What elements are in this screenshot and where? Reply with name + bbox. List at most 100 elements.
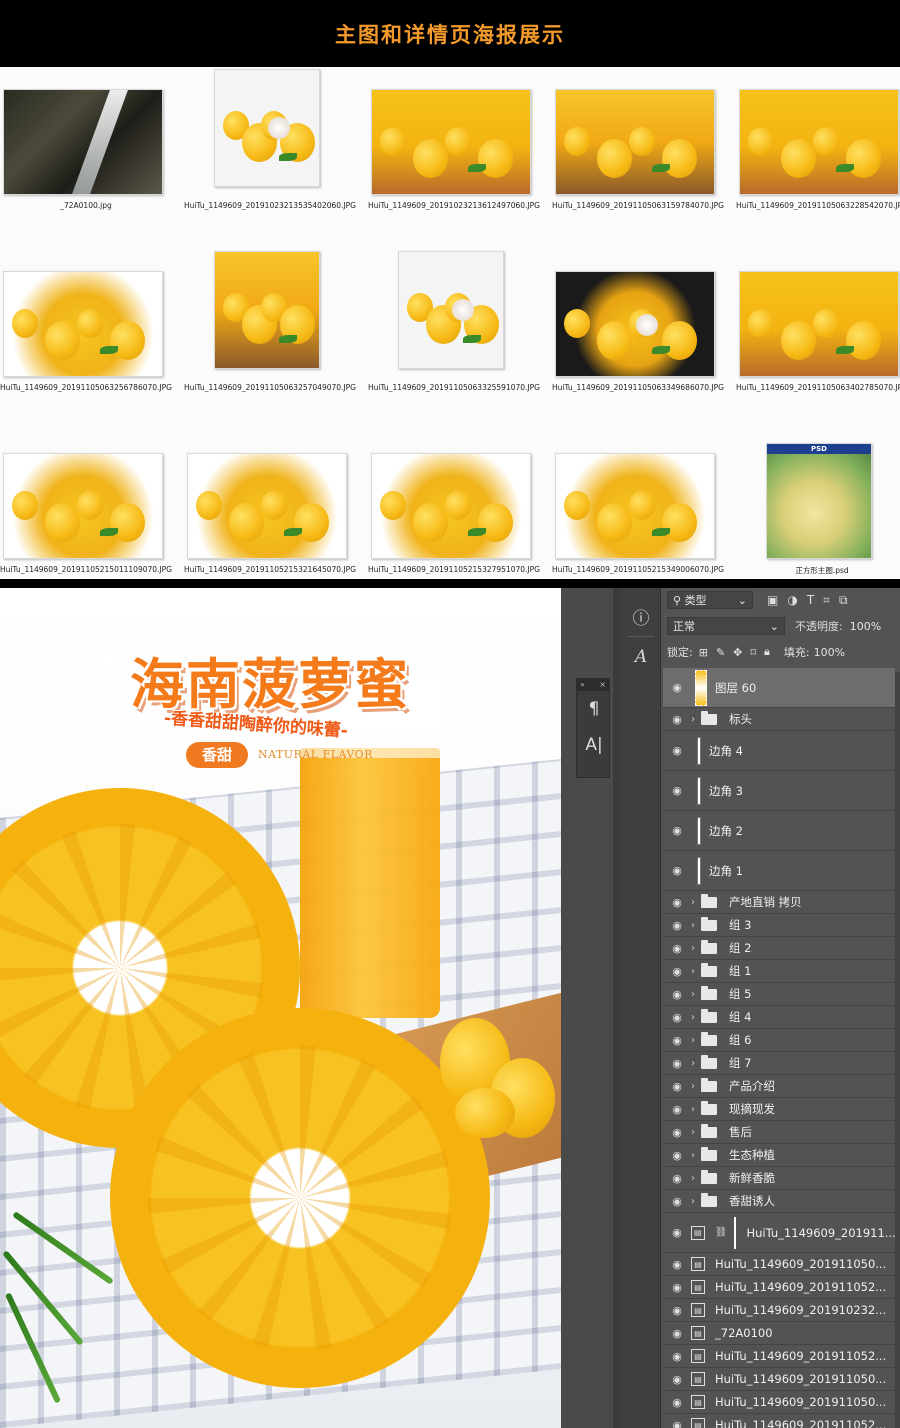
visibility-eye-icon[interactable]: ◉ [663,988,691,1001]
file-thumbnail[interactable] [214,251,320,369]
layer-row[interactable]: ◉ ▤ HuiTu_1149609_201910232... [663,1299,895,1322]
chevron-right-icon[interactable]: › [691,989,701,1000]
lock-all-icon[interactable]: 🔒︎ [764,645,770,659]
visibility-eye-icon[interactable]: ◉ [663,1057,691,1070]
layer-row[interactable]: ◉ 边角 1 [663,851,895,891]
file-tile[interactable]: HuiTu_1149609_20191105063257049070.JPG [184,249,356,431]
layer-row[interactable]: ◉ 边角 4 [663,731,895,771]
layer-row[interactable]: ◉ › 新鲜香脆 [663,1167,895,1190]
visibility-eye-icon[interactable]: ◉ [663,1350,691,1363]
visibility-eye-icon[interactable]: ◉ [663,1258,691,1271]
layer-row[interactable]: ◉ › 现摘现发 [663,1098,895,1121]
file-thumbnail[interactable] [187,453,347,559]
lock-transparency-icon[interactable]: ⊞ [699,646,708,659]
visibility-eye-icon[interactable]: ◉ [663,1195,691,1208]
type-filter-icon[interactable]: T [807,593,814,608]
visibility-eye-icon[interactable]: ◉ [663,1149,691,1162]
visibility-eye-icon[interactable]: ◉ [663,1011,691,1024]
file-thumbnail[interactable] [739,89,899,195]
layer-row[interactable]: ◉ ▤ _72A0100 [663,1322,895,1345]
layer-row[interactable]: ◉ ▤ ⛓ HuiTu_1149609_201911... [663,1213,895,1253]
layer-row[interactable]: ◉ › 组 6 [663,1029,895,1052]
chevron-right-icon[interactable]: › [691,897,701,908]
visibility-eye-icon[interactable]: ◉ [663,896,691,909]
layer-row[interactable]: ◉ › 香甜诱人 [663,1190,895,1213]
visibility-eye-icon[interactable]: ◉ [663,681,691,694]
chevron-right-icon[interactable]: › [691,714,701,725]
layer-row[interactable]: ◉ ▤ HuiTu_1149609_201911052... [663,1345,895,1368]
chevron-right-icon[interactable]: › [691,1150,701,1161]
lock-artboard-icon[interactable]: ⌑ [750,646,756,659]
file-tile[interactable]: HuiTu_1149609_20191105063349686070.JPG [552,249,724,431]
visibility-eye-icon[interactable]: ◉ [663,1172,691,1185]
adjustment-filter-icon[interactable]: ◑ [787,593,797,608]
chevron-right-icon[interactable]: › [691,1104,701,1115]
layer-row[interactable]: ◉ › 组 7 [663,1052,895,1075]
file-tile[interactable]: HuiTu_1149609_20191105063159784070.JPG [552,67,724,249]
layer-row[interactable]: ◉ ▤ HuiTu_1149609_201911050... [663,1368,895,1391]
dock-divider[interactable] [613,588,621,1428]
file-thumbnail[interactable] [3,89,163,195]
chevron-right-icon[interactable]: › [691,1173,701,1184]
visibility-eye-icon[interactable]: ◉ [663,919,691,932]
visibility-eye-icon[interactable]: ◉ [663,744,691,757]
filter-kind-select[interactable]: ⚲ 类型 ⌄ [667,591,753,609]
visibility-eye-icon[interactable]: ◉ [663,1103,691,1116]
smart-object-filter-icon[interactable]: ⧉ [839,593,848,608]
file-thumbnail[interactable] [555,453,715,559]
visibility-eye-icon[interactable]: ◉ [663,784,691,797]
character-icon[interactable]: A| [577,727,611,763]
layer-row[interactable]: ◉ › 产品介绍 [663,1075,895,1098]
file-tile[interactable]: _72A0100.jpg [0,67,172,249]
paragraph-icon[interactable]: ¶ [577,691,611,727]
visibility-eye-icon[interactable]: ◉ [663,1034,691,1047]
layer-row[interactable]: ◉ ▤ HuiTu_1149609_201911052... [663,1276,895,1299]
layer-row[interactable]: ◉ › 标头 [663,708,895,731]
file-thumbnail[interactable] [371,453,531,559]
layer-mask-thumbnail[interactable] [733,1216,737,1249]
chevron-right-icon[interactable]: › [691,1035,701,1046]
file-thumbnail[interactable] [398,251,504,369]
layer-scrollbar[interactable] [895,672,900,1428]
chevron-right-icon[interactable]: › [691,1058,701,1069]
layer-row[interactable]: ◉ › 售后 [663,1121,895,1144]
chevron-right-icon[interactable]: › [691,966,701,977]
lock-position-icon[interactable]: ✥ [733,646,742,659]
visibility-eye-icon[interactable]: ◉ [663,1126,691,1139]
layer-row[interactable]: ◉ 边角 3 [663,771,895,811]
file-thumbnail[interactable] [739,271,899,377]
visibility-eye-icon[interactable]: ◉ [663,1327,691,1340]
visibility-eye-icon[interactable]: ◉ [663,824,691,837]
shape-filter-icon[interactable]: ⌗ [823,593,830,608]
layer-row[interactable]: ◉ › 生态种植 [663,1144,895,1167]
visibility-eye-icon[interactable]: ◉ [663,1226,691,1239]
file-tile[interactable]: HuiTu_1149609_20191105215327951070.JPG [368,431,540,579]
file-thumbnail[interactable] [555,271,715,377]
layer-row[interactable]: ◉ › 组 1 [663,960,895,983]
layer-row[interactable]: ◉ › 产地直销 拷贝 [663,891,895,914]
file-tile[interactable]: HuiTu_1149609_20191105215349006070.JPG [552,431,724,579]
file-tile[interactable]: HuiTu_1149609_20191105063402785070.JPG [736,249,900,431]
file-thumbnail[interactable] [555,89,715,195]
opacity-input[interactable]: 100% [844,617,891,635]
close-icon[interactable]: × [599,679,606,691]
file-tile[interactable]: HuiTu_1149609_20191023213612497060.JPG [368,67,540,249]
layer-row[interactable]: ◉ › 组 4 [663,1006,895,1029]
file-tile[interactable]: HuiTu_1149609_20191105215011109070.JPG [0,431,172,579]
info-icon[interactable]: ⓘ [621,598,661,634]
visibility-eye-icon[interactable]: ◉ [663,1419,691,1428]
layer-row[interactable]: ◉ ▤ HuiTu_1149609_201911052... [663,1414,895,1428]
visibility-eye-icon[interactable]: ◉ [663,864,691,877]
file-thumbnail[interactable]: PSD [766,443,872,559]
visibility-eye-icon[interactable]: ◉ [663,965,691,978]
lock-brush-icon[interactable]: ✎ [716,646,725,659]
visibility-eye-icon[interactable]: ◉ [663,1396,691,1409]
visibility-eye-icon[interactable]: ◉ [663,1304,691,1317]
file-thumbnail[interactable] [371,89,531,195]
file-tile[interactable]: HuiTu_1149609_20191105063228542070.JPG [736,67,900,249]
layer-row[interactable]: ◉ 边角 2 [663,811,895,851]
file-tile[interactable]: HuiTu_1149609_20191105215321645070.JPG [184,431,356,579]
chevron-right-icon[interactable]: › [691,1012,701,1023]
layer-row[interactable]: ◉ › 组 2 [663,937,895,960]
chevron-right-icon[interactable]: › [691,1081,701,1092]
